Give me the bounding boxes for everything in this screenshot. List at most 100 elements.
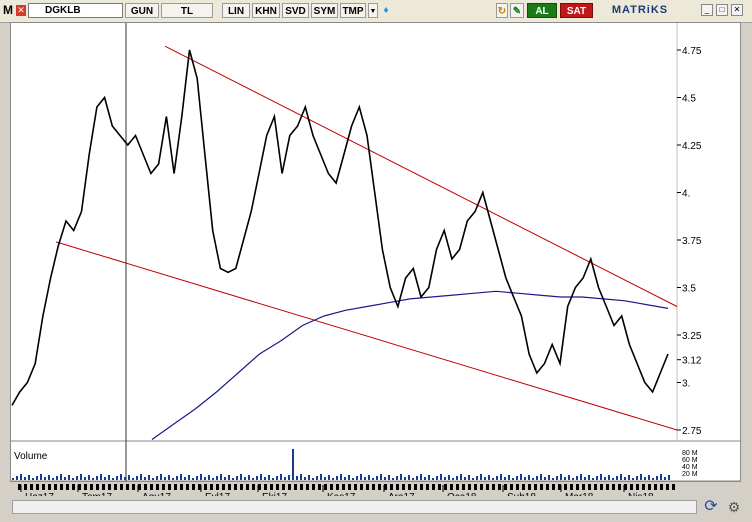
volume-scale-label: 40 M bbox=[682, 464, 698, 471]
date-marker bbox=[594, 484, 597, 490]
volume-bar bbox=[392, 478, 394, 480]
volume-scale-label: 60 M bbox=[682, 457, 698, 464]
volume-bar bbox=[440, 474, 442, 480]
volume-bar bbox=[360, 474, 362, 480]
date-marker bbox=[384, 484, 387, 490]
date-marker bbox=[510, 484, 513, 490]
volume-bar bbox=[112, 478, 114, 480]
date-marker bbox=[618, 484, 621, 490]
date-marker bbox=[366, 484, 369, 490]
y-tick-label: 2.75 bbox=[682, 426, 702, 437]
date-marker bbox=[228, 484, 231, 490]
volume-bar bbox=[172, 478, 174, 480]
date-marker bbox=[246, 484, 249, 490]
date-marker bbox=[666, 484, 669, 490]
date-marker bbox=[468, 484, 471, 490]
volume-bar bbox=[488, 475, 490, 480]
price-chart[interactable]: 4.754.54.254.3.753.53.253.123.2.75 Haz17… bbox=[0, 0, 752, 522]
date-marker bbox=[186, 484, 189, 490]
volume-bar bbox=[36, 476, 38, 480]
date-marker bbox=[72, 484, 75, 490]
volume-bar bbox=[184, 477, 186, 480]
volume-bar bbox=[264, 477, 266, 480]
date-marker bbox=[654, 484, 657, 490]
horizontal-scrollbar[interactable] bbox=[12, 500, 697, 514]
date-marker bbox=[264, 484, 267, 490]
volume-bar bbox=[60, 474, 62, 480]
volume-bar bbox=[536, 476, 538, 480]
volume-label: Volume bbox=[14, 451, 48, 462]
date-marker bbox=[222, 484, 225, 490]
date-marker bbox=[660, 484, 663, 490]
volume-bar bbox=[128, 475, 130, 480]
date-marker bbox=[258, 484, 261, 490]
date-marker bbox=[90, 484, 93, 490]
volume-bar bbox=[480, 474, 482, 480]
date-marker bbox=[216, 484, 219, 490]
volume-bar bbox=[624, 477, 626, 480]
date-marker bbox=[210, 484, 213, 490]
volume-bar bbox=[328, 475, 330, 480]
volume-bar bbox=[44, 477, 46, 480]
date-marker bbox=[606, 484, 609, 490]
volume-bar bbox=[84, 477, 86, 480]
volume-bar bbox=[448, 475, 450, 480]
date-marker bbox=[84, 484, 87, 490]
volume-bar bbox=[584, 477, 586, 480]
sync-icon[interactable]: ⟳ bbox=[700, 497, 722, 517]
date-marker bbox=[132, 484, 135, 490]
date-marker bbox=[48, 484, 51, 490]
volume-bar bbox=[484, 477, 486, 480]
volume-bar bbox=[124, 477, 126, 480]
date-marker bbox=[174, 484, 177, 490]
volume-bar bbox=[472, 478, 474, 480]
date-marker bbox=[570, 484, 573, 490]
volume-bar bbox=[132, 478, 134, 480]
volume-bar bbox=[224, 477, 226, 480]
trend-line[interactable] bbox=[164, 45, 678, 307]
volume-bar bbox=[100, 474, 102, 480]
volume-bar bbox=[668, 475, 670, 480]
volume-bar bbox=[540, 474, 542, 480]
date-marker bbox=[240, 484, 243, 490]
volume-bar bbox=[344, 477, 346, 480]
date-marker bbox=[318, 484, 321, 490]
volume-bar bbox=[616, 476, 618, 480]
volume-bar bbox=[64, 477, 66, 480]
date-marker bbox=[420, 484, 423, 490]
volume-bar bbox=[388, 475, 390, 480]
date-marker bbox=[24, 484, 27, 490]
date-marker bbox=[282, 484, 285, 490]
date-marker bbox=[480, 484, 483, 490]
volume-bar bbox=[416, 476, 418, 480]
date-marker bbox=[582, 484, 585, 490]
volume-bar bbox=[164, 477, 166, 480]
trend-line[interactable] bbox=[55, 241, 678, 431]
volume-bar bbox=[248, 475, 250, 480]
volume-bar bbox=[612, 478, 614, 480]
volume-bar bbox=[284, 477, 286, 480]
volume-bar bbox=[648, 475, 650, 480]
volume-bar bbox=[280, 474, 282, 480]
volume-bar bbox=[364, 477, 366, 480]
volume-bar bbox=[204, 477, 206, 480]
volume-bar bbox=[180, 474, 182, 480]
date-marker bbox=[642, 484, 645, 490]
volume-bar bbox=[140, 474, 142, 480]
volume-bar bbox=[28, 475, 30, 480]
date-marker bbox=[552, 484, 555, 490]
date-marker bbox=[546, 484, 549, 490]
y-tick-label: 3.25 bbox=[682, 331, 702, 342]
date-marker bbox=[624, 484, 627, 490]
date-marker bbox=[66, 484, 69, 490]
volume-bar bbox=[376, 476, 378, 480]
volume-bar bbox=[244, 477, 246, 480]
date-marker bbox=[348, 484, 351, 490]
volume-bar bbox=[412, 478, 414, 480]
volume-bar bbox=[528, 475, 530, 480]
price-line bbox=[11, 49, 669, 406]
volume-bar bbox=[96, 476, 98, 480]
volume-bar bbox=[384, 477, 386, 480]
date-marker bbox=[126, 484, 129, 490]
settings-icon[interactable]: ⚙ bbox=[724, 497, 744, 517]
